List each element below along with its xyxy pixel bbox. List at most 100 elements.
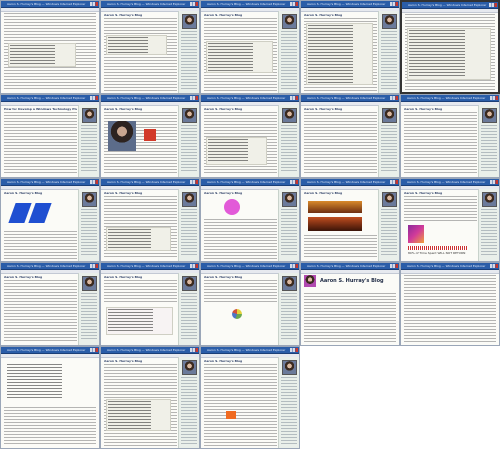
window-controls[interactable] [490,264,498,268]
sidebar-links[interactable] [181,377,197,444]
window-title: Aaron S. Hurray's Blog — Windows Interne… [7,2,86,6]
post-content: Aaron S. Hurray's Blog [304,275,396,343]
window-controls[interactable] [290,96,298,100]
sidebar [178,105,199,177]
window-controls[interactable] [290,348,298,352]
title-bar[interactable]: Aaron S. Hurray's Blog — Windows Interne… [101,1,199,8]
sidebar-links[interactable] [381,31,397,89]
title-bar[interactable]: Aaron S. Hurray's Blog — Windows Interne… [401,95,499,102]
browser-window[interactable]: Aaron S. Hurray's Blog — Windows Interne… [200,346,300,449]
browser-window[interactable]: Aaron S. Hurray's Blog — Windows Interne… [100,94,200,178]
sidebar-links[interactable] [281,125,297,173]
sidebar-links[interactable] [181,125,197,173]
title-bar[interactable]: Aaron S. Hurray's Blog — Windows Interne… [201,95,299,102]
browser-window[interactable]: Aaron S. Hurray's Blog — Windows Interne… [400,262,500,346]
title-bar[interactable]: Aaron S. Hurray's Blog — Windows Interne… [101,347,199,354]
browser-window[interactable]: Aaron S. Hurray's Blog — Windows Interne… [200,0,300,94]
browser-window[interactable]: Aaron S. Hurray's Blog — Windows Interne… [100,262,200,346]
window-controls[interactable] [290,264,298,268]
browser-window[interactable]: Aaron S. Hurray's Blog — Windows Interne… [100,346,200,449]
title-bar[interactable]: Aaron S. Hurray's Blog — Windows Interne… [201,1,299,8]
window-controls[interactable] [90,264,98,268]
sidebar-links[interactable] [481,209,497,257]
sidebar-links[interactable] [81,209,97,257]
browser-window[interactable]: Aaron S. Hurray's Blog — Windows Interne… [200,262,300,346]
window-controls[interactable] [290,180,298,184]
window-controls[interactable] [190,2,198,6]
window-controls[interactable] [390,264,398,268]
sidebar-links[interactable] [381,209,397,257]
sidebar-links[interactable] [281,377,297,444]
sidebar-links[interactable] [181,209,197,257]
window-controls[interactable] [490,96,498,100]
browser-window[interactable]: Aaron S. Hurray's Blog — Windows Interne… [300,0,400,94]
browser-window[interactable]: Aaron S. Hurray's Blog — Windows Interne… [200,178,300,262]
window-controls[interactable] [190,96,198,100]
sidebar-links[interactable] [381,125,397,173]
post-text [404,196,477,221]
sidebar-links[interactable] [81,293,97,341]
title-bar[interactable]: Aaron S. Hurray's Blog — Windows Interne… [201,347,299,354]
browser-window[interactable]: Aaron S. Hurray's Blog — Windows Interne… [0,0,100,94]
window-controls[interactable] [390,96,398,100]
title-bar[interactable]: Aaron S. Hurray's Blog — Windows Interne… [1,263,99,270]
window-controls[interactable] [490,180,498,184]
window-controls[interactable] [190,264,198,268]
title-bar[interactable]: Aaron S. Hurray's Blog — Windows Interne… [101,95,199,102]
author-photo [108,121,136,151]
title-bar[interactable]: Aaron S. Hurray's Blog — Windows Interne… [402,2,498,9]
post-text [404,275,496,343]
window-controls[interactable] [390,2,398,6]
title-bar[interactable]: Aaron S. Hurray's Blog — Windows Interne… [1,347,99,354]
waveform-image [408,246,468,250]
title-bar[interactable]: Aaron S. Hurray's Blog — Windows Interne… [201,263,299,270]
window-controls[interactable] [90,180,98,184]
title-bar[interactable]: Aaron S. Hurray's Blog — Windows Interne… [301,1,399,8]
browser-window[interactable]: Aaron S. Hurray's Blog — Windows Interne… [100,0,200,94]
window-controls[interactable] [90,96,98,100]
post-text [4,231,77,259]
title-bar[interactable]: Aaron S. Hurray's Blog — Windows Interne… [1,179,99,186]
browser-window[interactable]: Aaron S. Hurray's Blog — Windows Interne… [400,0,500,94]
title-bar[interactable]: Aaron S. Hurray's Blog — Windows Interne… [201,179,299,186]
browser-window[interactable]: Aaron S. Hurray's Blog — Windows Interne… [100,178,200,262]
browser-window[interactable]: Aaron S. Hurray's Blog — Windows Interne… [0,262,100,346]
browser-window[interactable]: Aaron S. Hurray's Blog — Windows Interne… [0,94,100,178]
sidebar-links[interactable] [281,293,297,341]
window-controls[interactable] [489,3,497,7]
sidebar-links[interactable] [281,31,297,89]
blog-heading: Aaron S. Hurray's Blog [320,278,384,284]
sidebar [78,273,99,345]
browser-window[interactable]: Aaron S. Hurray's Blog — Windows Interne… [300,262,400,346]
title-bar[interactable]: Aaron S. Hurray's Blog — Windows Interne… [1,1,99,8]
sidebar-links[interactable] [181,293,197,341]
post-text [204,219,277,259]
title-bar[interactable]: Aaron S. Hurray's Blog — Windows Interne… [1,95,99,102]
title-bar[interactable]: Aaron S. Hurray's Blog — Windows Interne… [401,263,499,270]
browser-window[interactable]: Aaron S. Hurray's Blog — Windows Interne… [400,178,500,262]
title-bar[interactable]: Aaron S. Hurray's Blog — Windows Interne… [101,179,199,186]
title-bar[interactable]: Aaron S. Hurray's Blog — Windows Interne… [301,95,399,102]
sidebar-links[interactable] [481,125,497,173]
title-bar[interactable]: Aaron S. Hurray's Blog — Windows Interne… [101,263,199,270]
browser-window[interactable]: Aaron S. Hurray's Blog — Windows Interne… [300,178,400,262]
window-controls[interactable] [90,2,98,6]
title-bar[interactable]: Aaron S. Hurray's Blog — Windows Interne… [301,179,399,186]
browser-window[interactable]: Aaron S. Hurray's Blog — Windows Interne… [0,346,100,449]
browser-window[interactable]: Aaron S. Hurray's Blog — Windows Interne… [300,94,400,178]
sidebar-links[interactable] [281,209,297,257]
window-controls[interactable] [190,348,198,352]
sidebar-links[interactable] [181,31,197,89]
title-bar[interactable]: Aaron S. Hurray's Blog — Windows Interne… [401,179,499,186]
window-controls[interactable] [190,180,198,184]
code-block [206,41,273,73]
browser-window[interactable]: Aaron S. Hurray's Blog — Windows Interne… [0,178,100,262]
window-controls[interactable] [290,2,298,6]
title-bar[interactable]: Aaron S. Hurray's Blog — Windows Interne… [301,263,399,270]
window-title: Aaron S. Hurray's Blog — Windows Interne… [107,348,186,352]
browser-window[interactable]: Aaron S. Hurray's Blog — Windows Interne… [400,94,500,178]
window-controls[interactable] [390,180,398,184]
browser-window[interactable]: Aaron S. Hurray's Blog — Windows Interne… [200,94,300,178]
window-controls[interactable] [90,348,98,352]
sidebar-links[interactable] [81,125,97,173]
